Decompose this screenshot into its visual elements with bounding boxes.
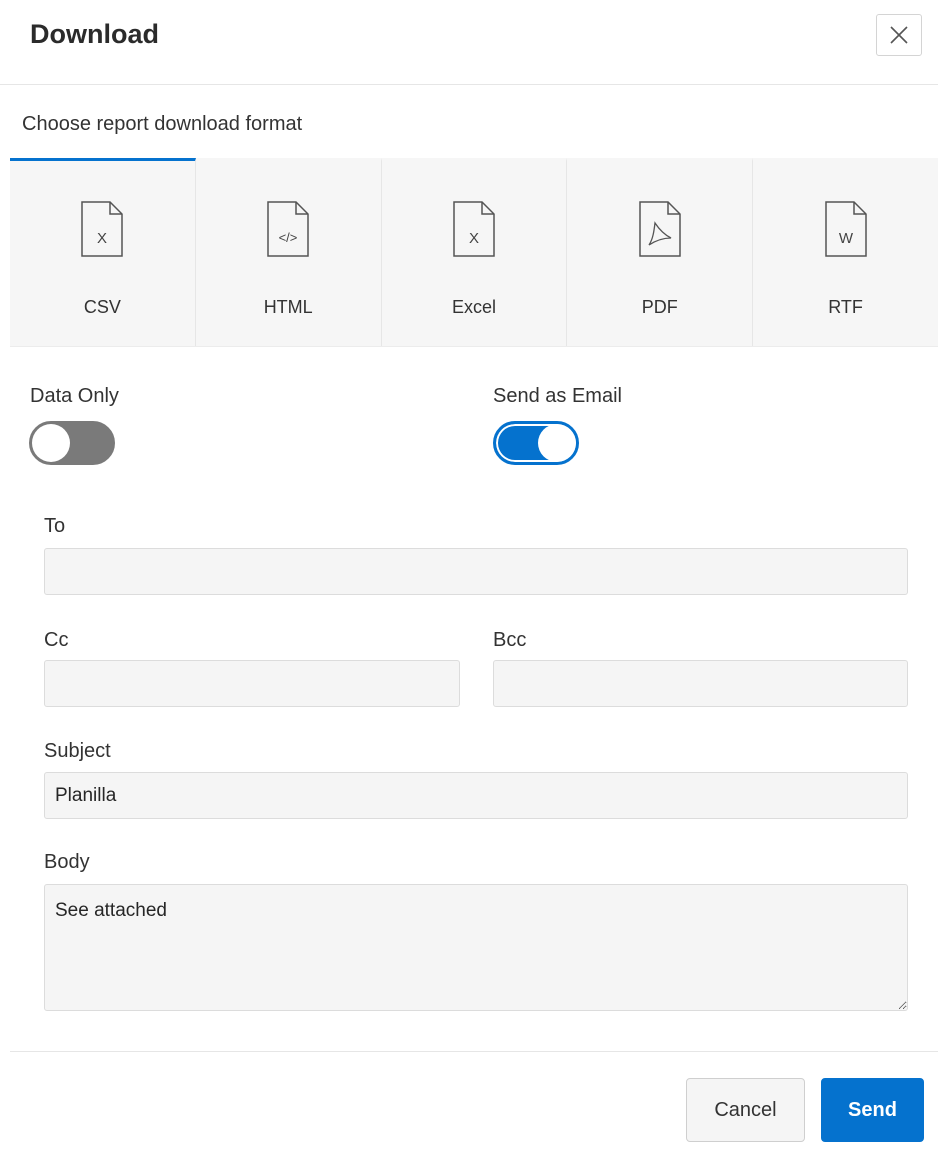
bcc-label: Bcc bbox=[493, 629, 527, 651]
format-label: RTF bbox=[828, 297, 863, 317]
rtf-file-icon: W bbox=[824, 201, 867, 257]
to-input[interactable] bbox=[44, 548, 908, 595]
body-textarea[interactable] bbox=[44, 884, 908, 1011]
send-as-email-label: Send as Email bbox=[493, 385, 622, 407]
send-as-email-toggle[interactable] bbox=[493, 421, 579, 465]
html-file-icon: </> bbox=[267, 201, 309, 257]
bcc-input[interactable] bbox=[493, 660, 908, 707]
cc-label: Cc bbox=[44, 629, 69, 651]
dialog-title: Download bbox=[30, 19, 159, 49]
format-glyph: X bbox=[469, 230, 479, 247]
format-glyph: X bbox=[97, 230, 107, 247]
dialog-header: Download bbox=[0, 0, 938, 85]
data-only-label: Data Only bbox=[30, 385, 119, 407]
csv-file-icon: X bbox=[81, 201, 124, 257]
close-button[interactable] bbox=[876, 14, 922, 56]
pdf-file-icon bbox=[639, 201, 681, 257]
format-option-excel[interactable]: X Excel bbox=[382, 158, 568, 346]
format-glyph: </> bbox=[279, 230, 298, 245]
format-option-csv[interactable]: X CSV bbox=[10, 158, 196, 346]
format-option-html[interactable]: </> HTML bbox=[196, 158, 382, 346]
format-option-pdf[interactable]: PDF bbox=[567, 158, 754, 346]
format-label: HTML bbox=[263, 297, 313, 317]
footer-divider bbox=[10, 1051, 938, 1052]
format-label: PDF bbox=[641, 297, 678, 317]
format-label: Excel bbox=[451, 297, 496, 317]
data-only-toggle[interactable] bbox=[29, 421, 115, 465]
format-prompt: Choose report download format bbox=[22, 113, 303, 135]
format-label: CSV bbox=[83, 297, 121, 317]
format-option-rtf[interactable]: W RTF bbox=[753, 158, 938, 346]
body-label: Body bbox=[44, 851, 90, 873]
excel-file-icon: X bbox=[453, 201, 495, 257]
send-button[interactable]: Send bbox=[821, 1078, 924, 1142]
toggle-knob bbox=[32, 424, 70, 462]
format-picker: X CSV </> HTML X Excel PDF W RTF bbox=[10, 158, 938, 347]
cancel-button[interactable]: Cancel bbox=[686, 1078, 805, 1142]
cc-input[interactable] bbox=[44, 660, 460, 707]
to-label: To bbox=[44, 515, 66, 537]
subject-input[interactable] bbox=[44, 772, 908, 819]
format-glyph: W bbox=[838, 230, 853, 247]
subject-label: Subject bbox=[44, 740, 111, 762]
close-icon bbox=[890, 26, 908, 44]
toggle-knob bbox=[538, 424, 576, 462]
download-dialog: Download Choose report download format X… bbox=[0, 0, 938, 1156]
